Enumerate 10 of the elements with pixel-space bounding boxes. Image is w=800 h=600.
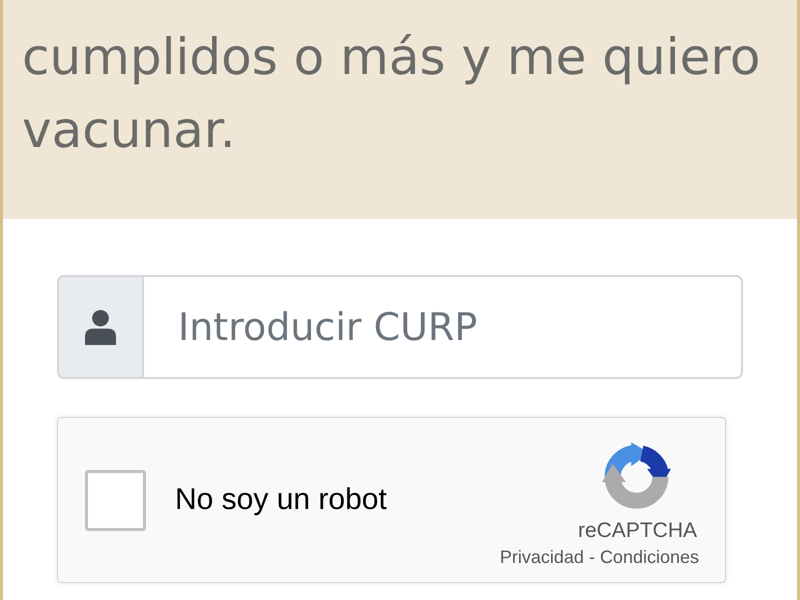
captcha-checkbox[interactable]: [85, 470, 146, 530]
banner-text: cumplidos o más y me quiero vacunar.: [22, 27, 762, 161]
footer-link[interactable]: Privacidad: [500, 546, 584, 568]
separator-text: -: [588, 546, 595, 568]
curp-input-field[interactable]: Introducir CURP: [144, 275, 743, 379]
user-icon: [85, 310, 116, 344]
captcha-brand-text: reCAPTCHA: [578, 519, 697, 543]
circular-arrows-icon: [602, 442, 671, 509]
captcha-label: No soy un robot: [175, 483, 387, 517]
footer-link[interactable]: Condiciones: [600, 546, 699, 568]
